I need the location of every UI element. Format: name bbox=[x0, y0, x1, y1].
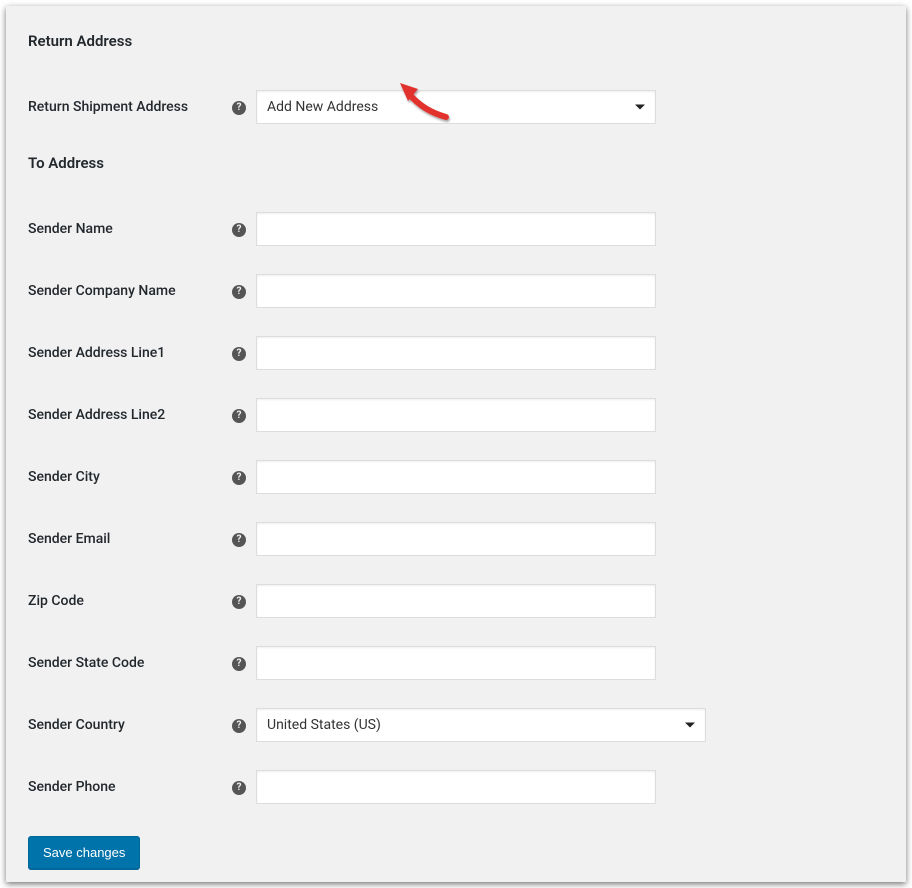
label-sender-address-line2: Sender Address Line2 bbox=[28, 384, 232, 446]
help-icon[interactable]: ? bbox=[232, 223, 246, 237]
help-icon[interactable]: ? bbox=[232, 595, 246, 609]
sender-email-field[interactable] bbox=[256, 522, 656, 556]
label-return-shipment-address: Return Shipment Address bbox=[28, 76, 232, 138]
sender-company-name-field[interactable] bbox=[256, 274, 656, 308]
sender-country-select[interactable]: United States (US) bbox=[256, 708, 706, 742]
help-icon[interactable]: ? bbox=[232, 533, 246, 547]
return-shipment-address-select[interactable]: Add New Address bbox=[256, 90, 656, 124]
label-sender-name: Sender Name bbox=[28, 198, 232, 260]
sender-city-field[interactable] bbox=[256, 460, 656, 494]
label-sender-state-code: Sender State Code bbox=[28, 632, 232, 694]
label-sender-email: Sender Email bbox=[28, 508, 232, 570]
sender-address-line2-field[interactable] bbox=[256, 398, 656, 432]
zip-code-field[interactable] bbox=[256, 584, 656, 618]
section-title-return-address: Return Address bbox=[28, 32, 884, 50]
section-title-to-address: To Address bbox=[28, 154, 884, 172]
sender-name-field[interactable] bbox=[256, 212, 656, 246]
sender-address-line1-field[interactable] bbox=[256, 336, 656, 370]
select-value: Add New Address bbox=[267, 99, 627, 115]
label-sender-phone: Sender Phone bbox=[28, 756, 232, 818]
help-icon[interactable]: ? bbox=[232, 347, 246, 361]
help-icon[interactable]: ? bbox=[232, 657, 246, 671]
help-icon[interactable]: ? bbox=[232, 781, 246, 795]
label-sender-address-line1: Sender Address Line1 bbox=[28, 322, 232, 384]
label-zip-code: Zip Code bbox=[28, 570, 232, 632]
help-icon[interactable]: ? bbox=[232, 719, 246, 733]
sender-state-code-field[interactable] bbox=[256, 646, 656, 680]
help-icon[interactable]: ? bbox=[232, 285, 246, 299]
label-sender-city: Sender City bbox=[28, 446, 232, 508]
form-table-to: Sender Name ? Sender Company Name ? Send… bbox=[28, 198, 884, 818]
chevron-down-icon bbox=[685, 723, 695, 728]
form-table-return: Return Shipment Address ? Add New Addres… bbox=[28, 76, 884, 138]
sender-phone-field[interactable] bbox=[256, 770, 656, 804]
settings-panel: Return Address Return Shipment Address ?… bbox=[6, 6, 906, 882]
help-icon[interactable]: ? bbox=[232, 101, 246, 115]
save-changes-button[interactable]: Save changes bbox=[28, 836, 140, 869]
help-icon[interactable]: ? bbox=[232, 471, 246, 485]
chevron-down-icon bbox=[635, 105, 645, 110]
label-sender-country: Sender Country bbox=[28, 694, 232, 756]
help-icon[interactable]: ? bbox=[232, 409, 246, 423]
select-value: United States (US) bbox=[267, 717, 677, 733]
label-sender-company-name: Sender Company Name bbox=[28, 260, 232, 322]
